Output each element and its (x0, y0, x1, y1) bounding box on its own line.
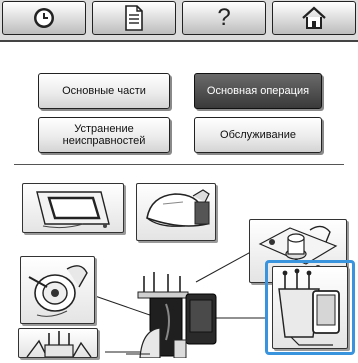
home-icon (301, 6, 327, 30)
document-button[interactable] (92, 1, 176, 35)
thread-guide-icon (19, 329, 97, 357)
basic-operation-label: Основная операция (206, 85, 310, 97)
home-button[interactable] (272, 1, 356, 35)
basic-parts-label: Основные части (62, 85, 146, 97)
basic-parts-button[interactable]: Основные части (38, 73, 170, 109)
cap-frame-thumbnail[interactable] (136, 183, 216, 241)
embroidery-frame-icon (23, 184, 123, 232)
thread-guides-thumbnail[interactable] (18, 328, 98, 358)
selected-highlight (265, 260, 355, 355)
bobbin-thumbnail[interactable] (20, 256, 95, 324)
maintenance-button[interactable]: Обслуживание (194, 117, 322, 153)
troubleshooting-label: Устранение неисправностей (62, 123, 146, 147)
embroidery-machine-illustration (110, 270, 260, 359)
clock-button[interactable] (2, 1, 86, 35)
help-button[interactable]: ? (182, 1, 266, 35)
bobbin-icon (21, 257, 94, 323)
document-icon (124, 5, 144, 31)
troubleshooting-button[interactable]: Устранение неисправностей (38, 117, 170, 153)
top-toolbar: ? (0, 0, 358, 42)
maintenance-label: Обслуживание (220, 129, 296, 141)
section-divider (14, 164, 344, 165)
clock-icon (32, 6, 56, 30)
embroidery-frame-thumbnail[interactable] (22, 183, 124, 233)
cap-frame-icon (137, 184, 215, 240)
question-icon: ? (217, 4, 231, 31)
basic-operation-button[interactable]: Основная операция (194, 73, 322, 109)
